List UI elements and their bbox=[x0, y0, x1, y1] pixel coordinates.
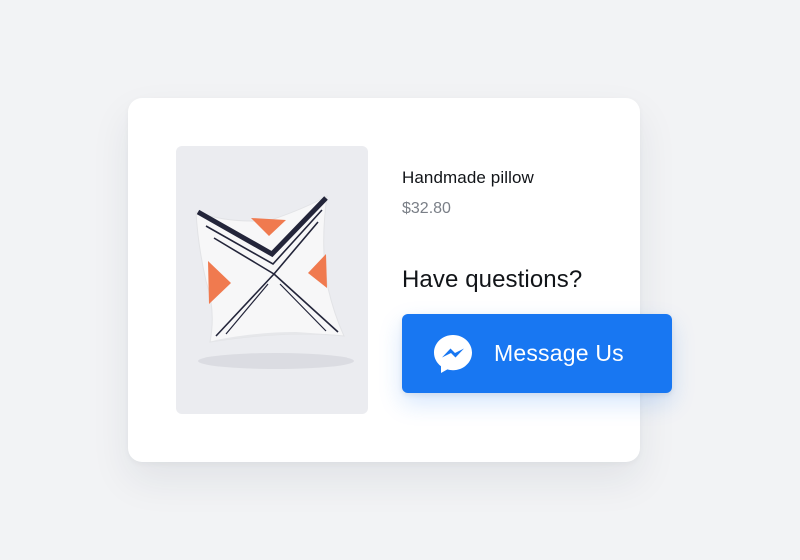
pillow-image bbox=[195, 195, 354, 369]
product-image bbox=[176, 146, 368, 414]
page: Handmade pillow $32.80 Have questions? M… bbox=[0, 0, 800, 560]
questions-heading: Have questions? bbox=[402, 266, 583, 293]
messenger-icon bbox=[432, 333, 474, 375]
product-name: Handmade pillow bbox=[402, 168, 534, 187]
product-card: Handmade pillow $32.80 Have questions? bbox=[128, 98, 640, 462]
product-price: $32.80 bbox=[402, 200, 451, 217]
message-us-label: Message Us bbox=[494, 340, 624, 366]
message-us-button[interactable]: Message Us bbox=[402, 314, 672, 393]
